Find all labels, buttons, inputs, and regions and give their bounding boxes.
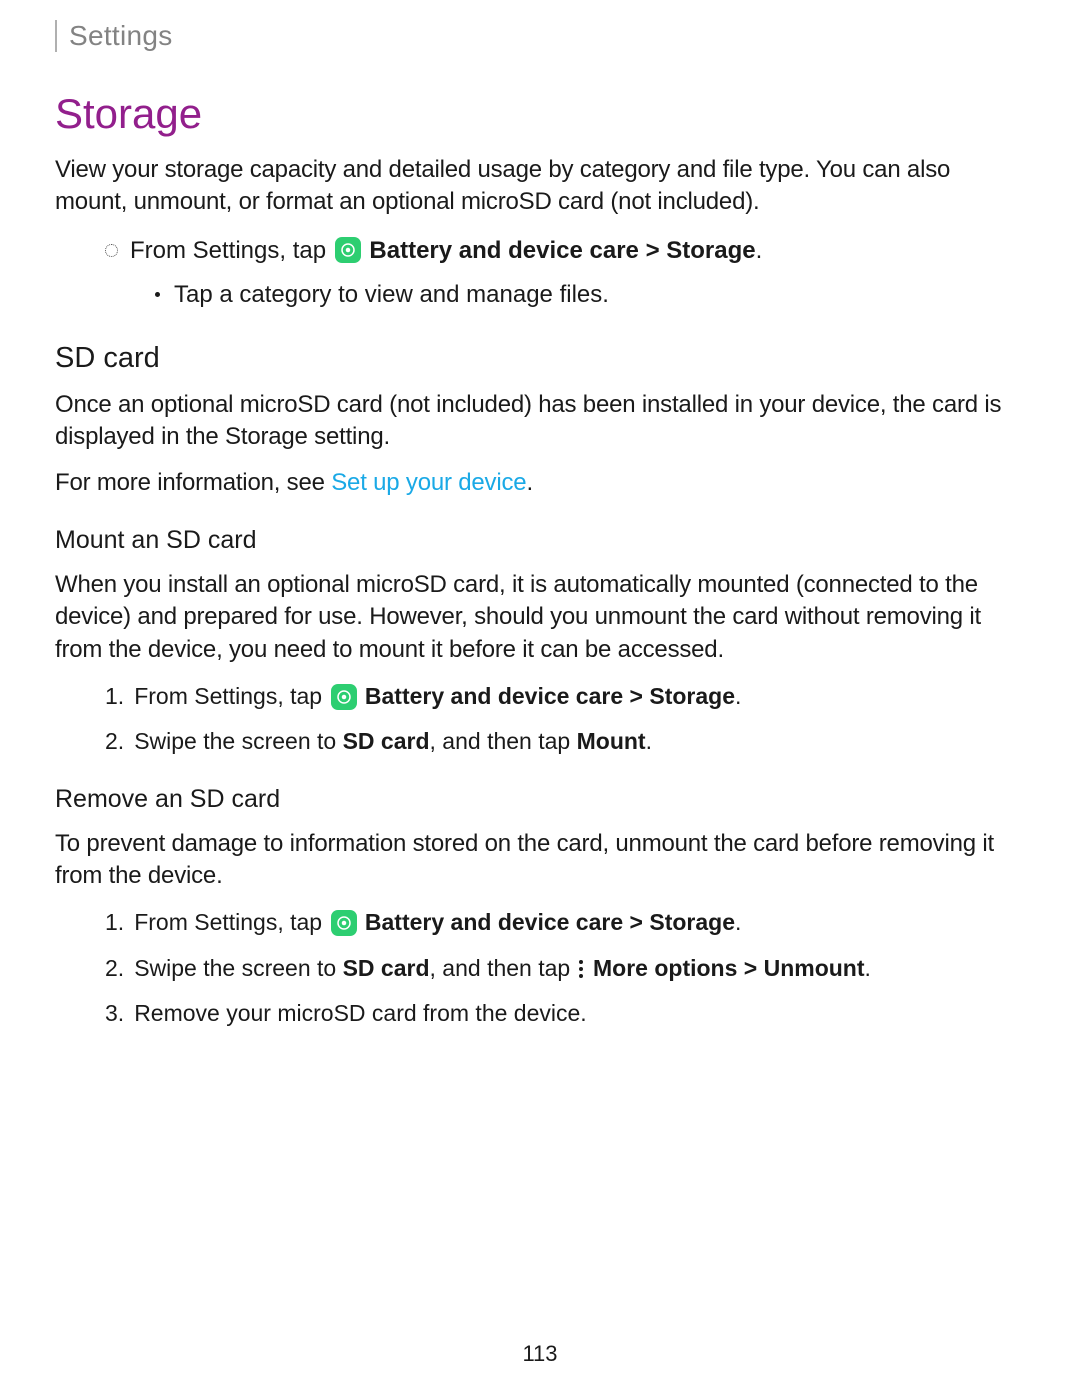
step-text: Swipe the screen to SD card, and then ta… [134,952,871,985]
remove-step-2: 2. Swipe the screen to SD card, and then… [105,952,1025,985]
battery-device-care-icon [335,237,361,263]
text-suffix: . [756,237,763,264]
sd-card-bold: SD card [343,728,430,754]
sub-instruction-item: Tap a category to view and manage files. [155,279,1025,311]
remove-body: To prevent damage to information stored … [55,828,1025,893]
more-options-icon [579,960,583,978]
mount-body: When you install an optional microSD car… [55,569,1025,666]
sd-card-more-info: For more information, see Set up your de… [55,467,1025,499]
step-number: 2. [105,725,124,758]
remove-steps: 1. From Settings, tap Battery and device… [105,906,1025,1030]
sd-card-bold: SD card [343,955,430,981]
path-bold: Battery and device care > Storage [365,683,735,709]
dot-bullet-icon [155,292,160,297]
step-text: Swipe the screen to SD card, and then ta… [134,725,652,758]
intro-paragraph: View your storage capacity and detailed … [55,154,1025,219]
text-prefix: From Settings, tap [134,683,328,709]
remove-step-1: 1. From Settings, tap Battery and device… [105,906,1025,939]
sub-instruction-text: Tap a category to view and manage files. [174,279,609,311]
more-info-suffix: . [526,469,532,496]
text-suffix: . [646,728,652,754]
mount-heading: Mount an SD card [55,526,1025,555]
path-bold: Battery and device care > Storage [365,909,735,935]
remove-heading: Remove an SD card [55,785,1025,814]
text-mid: , and then tap [430,955,577,981]
instruction-item: From Settings, tap Battery and device ca… [105,235,1025,267]
text-suffix: . [735,683,741,709]
text-prefix: From Settings, tap [134,909,328,935]
breadcrumb: Settings [69,20,1025,52]
step-number: 1. [105,906,124,939]
header-bar: Settings [55,20,1025,52]
text-prefix: Swipe the screen to [134,728,342,754]
remove-step-3: 3. Remove your microSD card from the dev… [105,997,1025,1030]
mount-step-1: 1. From Settings, tap Battery and device… [105,680,1025,713]
battery-device-care-icon [331,910,357,936]
text-suffix: . [865,955,871,981]
unmount-bold: More options > Unmount [593,955,865,981]
path-bold: Battery and device care > Storage [369,237,755,264]
step-text: From Settings, tap Battery and device ca… [134,906,741,939]
text-mid: , and then tap [430,728,577,754]
instruction-text: From Settings, tap Battery and device ca… [130,235,762,267]
mount-step-2: 2. Swipe the screen to SD card, and then… [105,725,1025,758]
step-number: 1. [105,680,124,713]
step-text: Remove your microSD card from the device… [134,997,587,1030]
setup-device-link[interactable]: Set up your device [331,469,526,496]
page-title: Storage [55,90,1025,138]
more-info-prefix: For more information, see [55,469,331,496]
sub-instruction-list: Tap a category to view and manage files. [155,279,1025,311]
sd-card-body: Once an optional microSD card (not inclu… [55,389,1025,454]
sd-card-heading: SD card [55,342,1025,375]
step-number: 2. [105,952,124,985]
step-number: 3. [105,997,124,1030]
instruction-list: From Settings, tap Battery and device ca… [105,235,1025,267]
battery-device-care-icon [331,684,357,710]
text-prefix: Swipe the screen to [134,955,342,981]
page-number: 113 [0,1341,1080,1367]
step-text: From Settings, tap Battery and device ca… [134,680,741,713]
circle-bullet-icon [105,244,118,257]
mount-steps: 1. From Settings, tap Battery and device… [105,680,1025,759]
text-prefix: From Settings, tap [130,237,333,264]
text-suffix: . [735,909,741,935]
mount-bold: Mount [577,728,646,754]
